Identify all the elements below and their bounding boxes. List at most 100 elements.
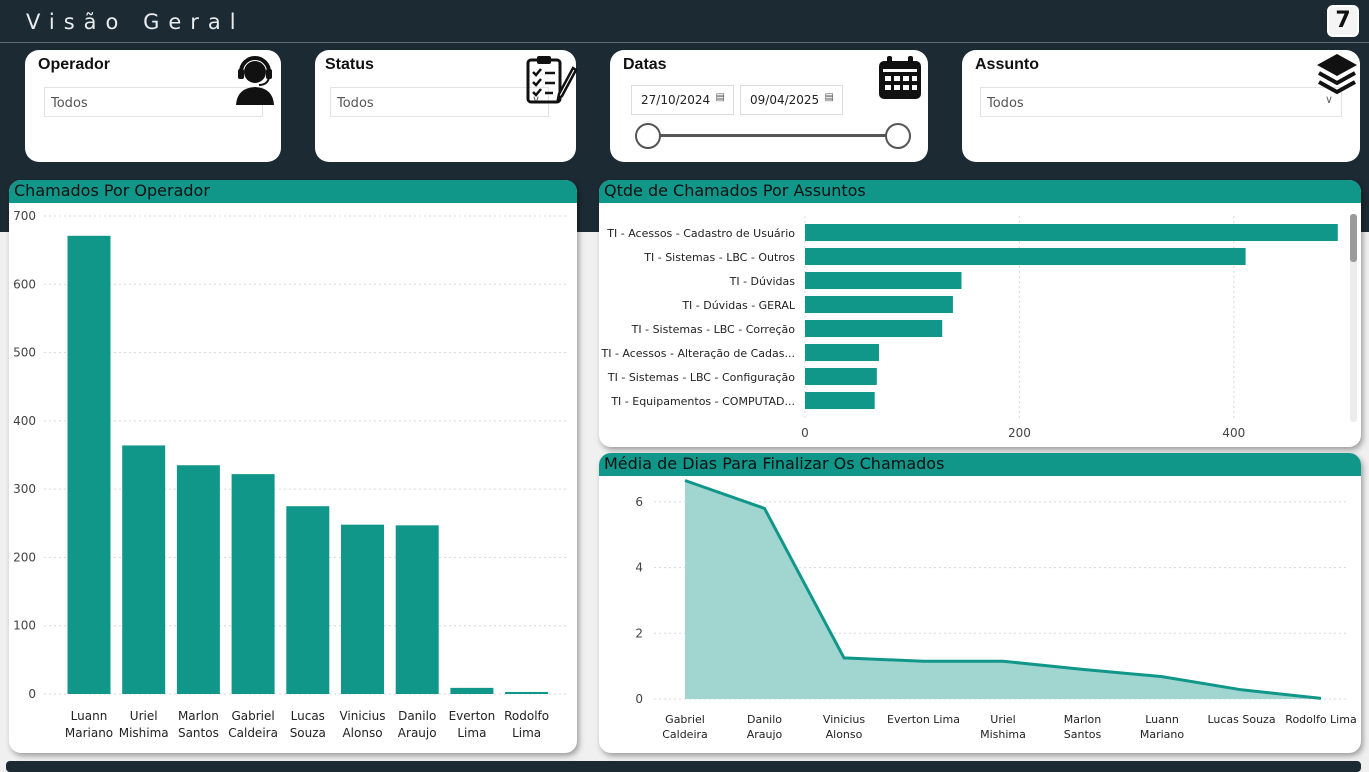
bar	[805, 296, 953, 313]
card-media-dias: Média de Dias Para Finalizar Os Chamados…	[599, 453, 1361, 753]
x-tick-label: Caldeira	[228, 726, 278, 740]
status-dropdown-value: Todos	[337, 96, 374, 111]
y-tick-label: 0	[635, 692, 643, 706]
x-tick-label: Alonso	[342, 726, 382, 740]
filter-title-operador: Operador	[38, 56, 111, 73]
x-tick-label: Lima	[457, 726, 486, 740]
y-tick-label: 2	[635, 626, 643, 640]
y-tick-label: 200	[13, 550, 36, 564]
filter-title-datas: Datas	[623, 56, 667, 73]
bar	[805, 248, 1246, 265]
x-tick-label: Mishima	[119, 726, 169, 740]
x-tick-label: Uriel	[130, 709, 158, 723]
y-category-label: TI - Dúvidas - GERAL	[681, 299, 796, 312]
y-tick-label: 400	[13, 414, 36, 428]
date-slider-end-handle[interactable]	[885, 123, 911, 149]
card-chamados-por-operador: Chamados Por Operador 0 100 200 300 400 500 60…	[9, 180, 577, 753]
x-tick-label: Uriel	[990, 713, 1015, 726]
y-tick-label: 0	[28, 687, 36, 701]
bar	[231, 474, 275, 694]
bar-chart-operador: 0 100 200 300 400 500 600 700 Luann Mariano Uriel M…	[13, 209, 569, 740]
bar	[805, 272, 962, 289]
start-date-input[interactable]: 27/10/2024 ▤	[631, 85, 734, 115]
assunto-dropdown[interactable]: Todos ∨	[980, 87, 1342, 117]
y-category-label: TI - Equipamentos - COMPUTAD...	[610, 395, 795, 408]
x-tick-label: Alonso	[826, 728, 863, 741]
y-tick-label: 700	[13, 209, 36, 223]
title-divider	[0, 42, 1369, 43]
end-date-value: 09/04/2025	[750, 93, 820, 107]
start-date-value: 27/10/2024	[641, 93, 711, 107]
y-tick-label: 500	[13, 346, 36, 360]
y-tick-label: 600	[13, 277, 36, 291]
x-tick-label: Santos	[1064, 728, 1102, 741]
x-tick-label: 200	[1008, 426, 1031, 440]
x-tick-label: Mariano	[65, 726, 113, 740]
bottom-strip	[6, 761, 1361, 772]
filter-card-operador: Operador Todos ∨	[25, 50, 281, 162]
date-slider-start-handle[interactable]	[635, 123, 661, 149]
y-category-label: TI - Acessos - Alteração de Cadas...	[600, 347, 795, 360]
scrollbar-thumb	[1350, 214, 1357, 262]
operador-dropdown-value: Todos	[51, 96, 88, 111]
filter-card-status: Status Todos ∨	[315, 50, 577, 162]
headset-operator-icon	[236, 56, 274, 105]
y-category-label: TI - Sistemas - LBC - Correção	[631, 323, 796, 336]
status-dropdown[interactable]: Todos ∨	[330, 87, 549, 117]
bar	[176, 465, 220, 694]
bar	[805, 320, 943, 337]
bar	[805, 392, 875, 409]
filter-card-assunto: Assunto Todos ∨	[962, 50, 1360, 162]
x-tick-label: Vinicius	[339, 709, 385, 723]
assunto-dropdown-value: Todos	[987, 96, 1024, 111]
y-category-label: TI - Sistemas - LBC - Configuração	[607, 371, 795, 384]
bar	[805, 368, 877, 385]
x-tick-label: Santos	[178, 726, 219, 740]
clipboard-checklist-icon	[526, 56, 577, 104]
x-tick-label: Mariano	[1140, 728, 1185, 741]
x-tick-label: Lima	[512, 726, 541, 740]
x-tick-label: Marlon	[178, 709, 219, 723]
x-tick-label: 400	[1222, 426, 1245, 440]
area-chart-media-dias: 0 2 4 6 Gabriel Caldeira Danilo Araujo Vinicius A…	[635, 479, 1357, 741]
calendar-icon	[879, 56, 921, 99]
x-tick-label: Rodolfo	[504, 709, 549, 723]
filter-title-assunto: Assunto	[975, 56, 1039, 73]
bar	[450, 687, 494, 694]
x-tick-label: Lucas	[291, 709, 325, 723]
logo-seven-icon: 7	[1327, 5, 1359, 37]
x-tick-label: Danilo	[747, 713, 782, 726]
y-category-label: TI - Acessos - Cadastro de Usuário	[606, 227, 795, 240]
x-tick-label: Everton	[449, 709, 496, 723]
layers-icon	[1317, 54, 1357, 95]
hbar-chart-assuntos: 0 200 400 TI - Acessos - Cadastro de Usuári…	[600, 214, 1357, 440]
filter-title-status: Status	[325, 56, 374, 73]
x-tick-label: Gabriel	[231, 709, 274, 723]
bar	[67, 235, 111, 694]
y-category-label: TI - Dúvidas	[729, 275, 796, 288]
date-range-slider-track[interactable]	[648, 134, 898, 137]
bar	[505, 691, 549, 694]
y-category-label: TI - Sistemas - LBC - Outros	[643, 251, 795, 264]
end-date-input[interactable]: 09/04/2025 ▤	[740, 85, 843, 115]
x-tick-label: Caldeira	[662, 728, 708, 741]
x-tick-label: 0	[801, 426, 809, 440]
calendar-small-icon[interactable]: ▤	[825, 92, 834, 103]
x-tick-label: Luann	[71, 709, 108, 723]
y-tick-label: 6	[635, 495, 643, 509]
x-tick-label: Danilo	[398, 709, 436, 723]
bar	[341, 524, 384, 694]
bar	[805, 344, 879, 361]
y-tick-label: 4	[635, 561, 643, 575]
bar	[286, 506, 330, 694]
x-tick-label: Lucas Souza	[1207, 713, 1275, 726]
area-fill	[685, 480, 1321, 699]
bar	[805, 224, 1338, 241]
x-tick-label: Gabriel	[665, 713, 705, 726]
x-tick-label: Souza	[290, 726, 326, 740]
x-tick-label: Everton Lima	[887, 713, 960, 726]
page-title: Visão Geral	[26, 10, 245, 34]
x-tick-label: Vinicius	[823, 713, 865, 726]
filter-card-datas: Datas 27/10/2024 ▤ 09/04/2025 ▤	[610, 50, 928, 162]
calendar-small-icon[interactable]: ▤	[716, 92, 725, 103]
